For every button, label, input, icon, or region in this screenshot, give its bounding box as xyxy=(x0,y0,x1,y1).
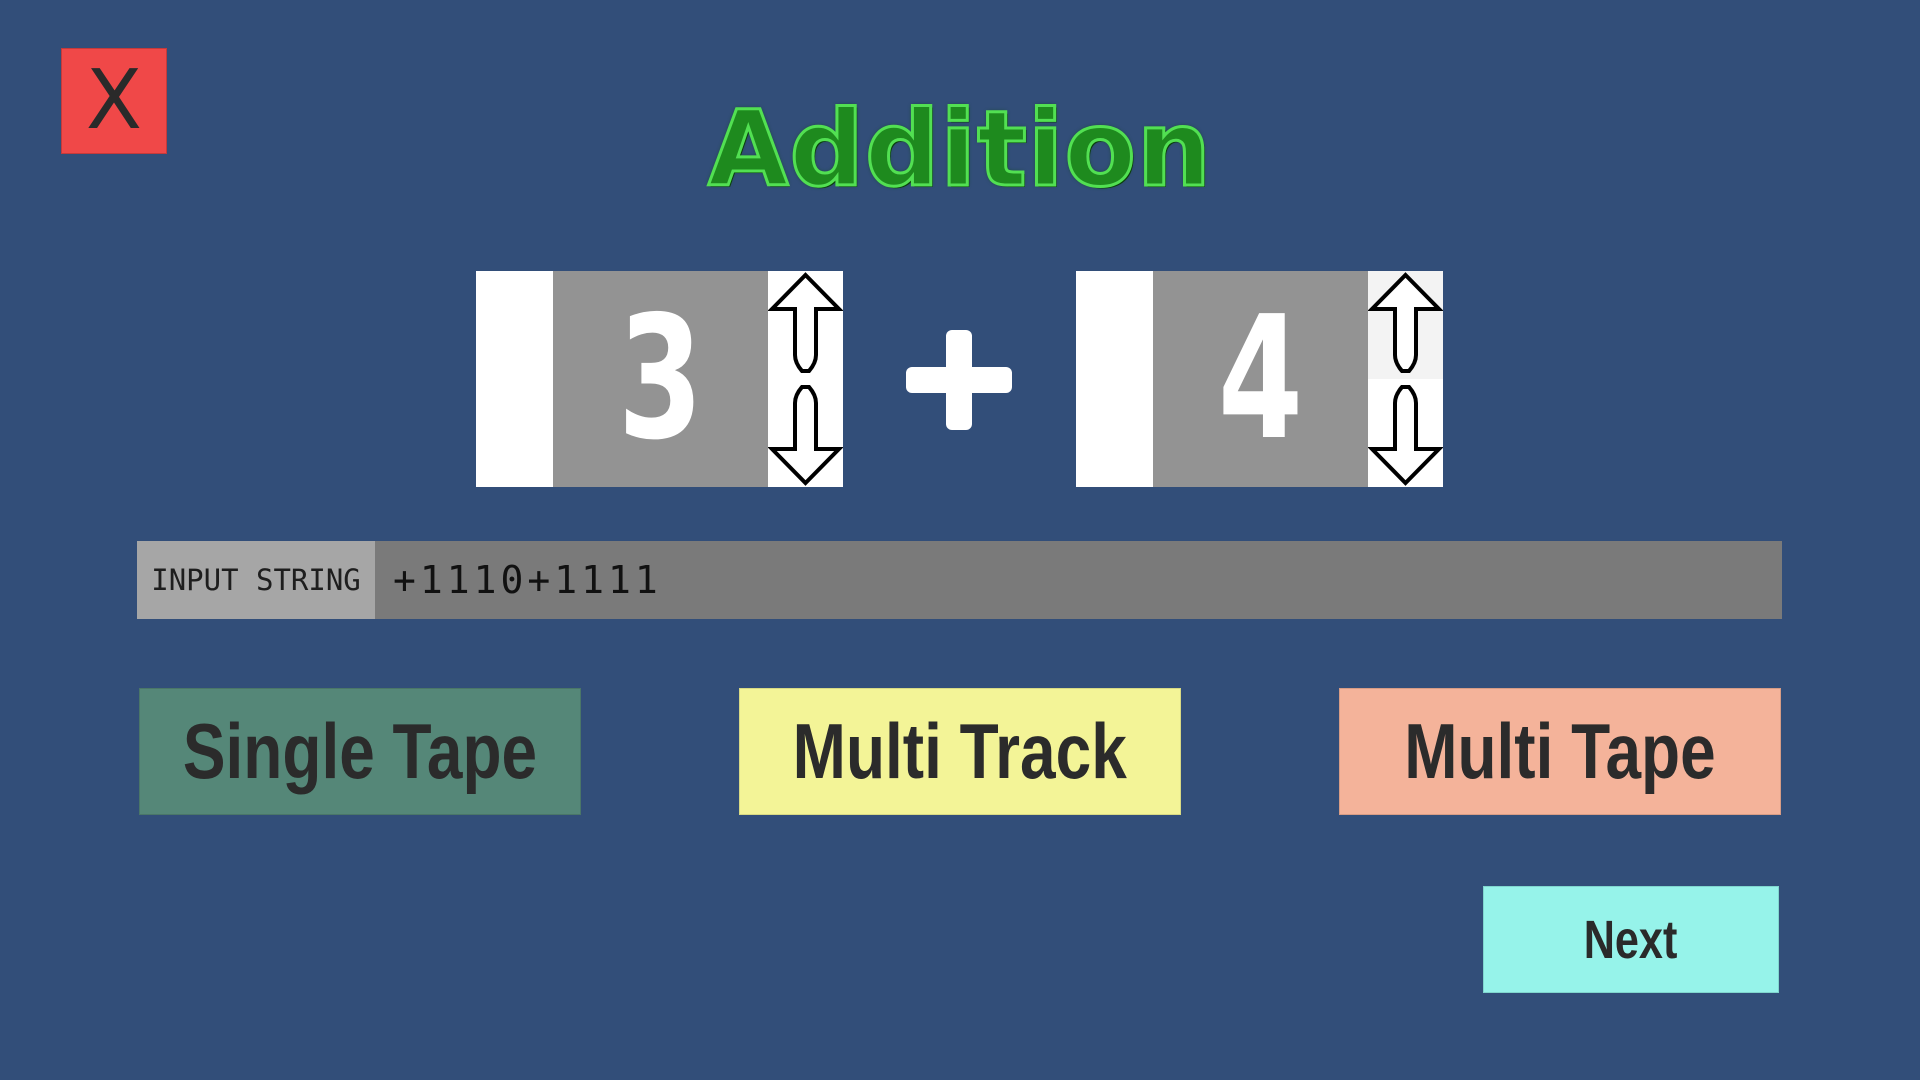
plus-icon xyxy=(906,330,1012,430)
single-tape-label: Single Tape xyxy=(182,707,538,795)
operand-1-increment-button[interactable] xyxy=(768,271,843,379)
operand-2-decrement-button[interactable] xyxy=(1368,379,1443,487)
operand-1-display: 3 xyxy=(553,271,768,487)
operand-1-left-pad xyxy=(476,271,553,487)
single-tape-button[interactable]: Single Tape xyxy=(139,688,581,815)
multi-track-button[interactable]: Multi Track xyxy=(739,688,1181,815)
multi-tape-label: Multi Tape xyxy=(1404,707,1716,795)
input-string-label: INPUT STRING xyxy=(137,541,375,619)
operand-1-spinner: 3 xyxy=(476,271,843,487)
next-label: Next xyxy=(1584,909,1678,970)
operand-2-increment-button[interactable] xyxy=(1368,271,1443,379)
operand-1-decrement-button[interactable] xyxy=(768,379,843,487)
operand-2-left-pad xyxy=(1076,271,1153,487)
operand-2-display: 4 xyxy=(1153,271,1368,487)
operand-1-arrows xyxy=(768,271,843,487)
operand-2-spinner: 4 xyxy=(1076,271,1443,487)
input-string-field[interactable]: +1110+1111 xyxy=(375,541,1782,619)
operand-1-value: 3 xyxy=(583,280,738,478)
input-string-bar: INPUT STRING +1110+1111 xyxy=(137,541,1782,619)
page-title: Addition xyxy=(707,87,1213,212)
next-button[interactable]: Next xyxy=(1483,886,1779,993)
operand-2-value: 4 xyxy=(1183,280,1338,478)
multi-track-label: Multi Track xyxy=(792,707,1128,795)
operand-2-arrows xyxy=(1368,271,1443,487)
multi-tape-button[interactable]: Multi Tape xyxy=(1339,688,1781,815)
